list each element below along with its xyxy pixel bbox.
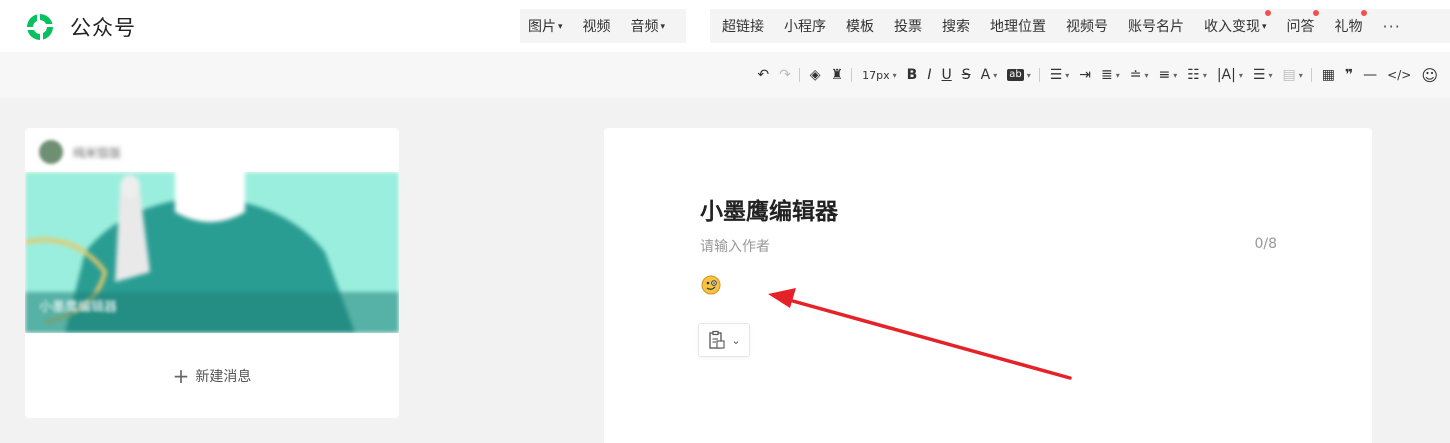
toolbar-divider: [798, 68, 800, 82]
paste-format-button[interactable]: ⌄: [698, 323, 750, 357]
emoji-content-icon[interactable]: [701, 275, 721, 295]
article-list-card: 纯米馅饭 小墨鹰编辑器 + 新建消息: [25, 128, 399, 418]
list-icon[interactable]: ☰ ▾: [1253, 64, 1273, 86]
tab-vote[interactable]: 投票: [894, 16, 922, 36]
redo-icon[interactable]: ↷: [779, 64, 791, 86]
tab-mini-program[interactable]: 小程序: [784, 16, 826, 36]
format-brush-icon[interactable]: ♜: [831, 64, 844, 86]
emoji-icon[interactable]: ☺: [1421, 64, 1438, 86]
paragraph-icon[interactable]: ☷ ▾: [1187, 64, 1207, 86]
new-dot: [1264, 10, 1271, 16]
code-icon[interactable]: </>: [1387, 64, 1411, 86]
clipboard-icon: [709, 330, 725, 349]
font-color-icon[interactable]: A ▾: [981, 64, 998, 86]
toolbar-divider: [1310, 68, 1312, 82]
tab-gift[interactable]: 礼物: [1335, 10, 1367, 36]
more-options-button[interactable]: ···: [1383, 17, 1401, 36]
quote-icon[interactable]: ❞: [1345, 64, 1353, 86]
tab-channels[interactable]: 视频号: [1066, 16, 1108, 36]
account-row: 纯米馅饭: [39, 140, 121, 164]
indent-icon[interactable]: ⇥: [1079, 64, 1091, 86]
cover-caption: 小墨鹰编辑器: [39, 300, 118, 315]
article-title[interactable]: 小墨鹰编辑器: [700, 192, 838, 226]
strikethrough-icon[interactable]: S: [962, 64, 971, 86]
italic-icon[interactable]: I: [927, 64, 931, 86]
editor-panel: 小墨鹰编辑器 请输入作者 0/8 ⌄: [604, 128, 1372, 443]
divider-icon[interactable]: —: [1363, 64, 1377, 86]
background-color-icon[interactable]: ab ▾: [1007, 64, 1031, 86]
chevron-down-icon: ⌄: [731, 333, 741, 347]
article-cover[interactable]: 小墨鹰编辑器: [25, 172, 399, 333]
format-toolbar: ↶ ↷ ◈ ♜ 17px ▾ B I U S A ▾ ab ▾ ☰ ▾ ⇥ ≣ ▾ ≐ ▾ …: [0, 52, 1450, 98]
table-icon[interactable]: ▦: [1322, 64, 1335, 86]
tab-hyperlink[interactable]: 超链接: [722, 16, 764, 36]
media-insert-group: 图片 ▾ 视频 音频 ▾: [520, 9, 686, 43]
tab-audio[interactable]: 音频 ▾: [631, 16, 666, 36]
tab-account-card[interactable]: 账号名片: [1128, 16, 1184, 36]
tab-qa[interactable]: 问答: [1287, 10, 1319, 36]
new-dot: [1360, 10, 1367, 16]
plus-icon: +: [172, 364, 190, 388]
tab-image[interactable]: 图片 ▾: [528, 16, 563, 36]
feature-insert-group: 超链接 小程序 模板 投票 搜索 地理位置 视频号 账号名片 收入变现 ▾ 问答 …: [710, 9, 1450, 43]
clear-format-icon[interactable]: ◈: [810, 64, 821, 86]
avatar: [39, 140, 63, 164]
line-spacing-icon[interactable]: ≐ ▾: [1130, 64, 1149, 86]
new-dot: [1312, 10, 1319, 16]
tab-video[interactable]: 视频: [583, 16, 611, 36]
tab-location[interactable]: 地理位置: [990, 16, 1046, 36]
letter-spacing-icon[interactable]: |A| ▾: [1217, 64, 1243, 86]
underline-icon[interactable]: U: [941, 64, 951, 86]
toolbar-divider: [1038, 68, 1040, 82]
wechat-official-account-logo-icon: [27, 14, 53, 40]
align-icon[interactable]: ☰ ▾: [1050, 64, 1070, 86]
author-input[interactable]: 请输入作者: [700, 236, 770, 256]
tab-template[interactable]: 模板: [846, 16, 874, 36]
author-char-count: 0/8: [1254, 236, 1277, 252]
font-size-select[interactable]: 17px ▾: [862, 64, 897, 86]
paragraph-spacing-icon[interactable]: ≣ ▾: [1101, 64, 1120, 86]
tab-search[interactable]: 搜索: [942, 16, 970, 36]
bold-icon[interactable]: B: [907, 64, 918, 86]
block-style-icon[interactable]: ▤ ▾: [1282, 64, 1302, 86]
top-header: 公众号 图片 ▾ 视频 音频 ▾ 超链接 小程序 模板 投票 搜索 地理位置 视频号…: [0, 0, 1450, 52]
text-align-icon[interactable]: ≡ ▾: [1159, 64, 1178, 86]
toolbar-divider: [851, 68, 853, 82]
brand-title: 公众号: [70, 16, 136, 40]
new-message-button[interactable]: + 新建消息: [25, 364, 399, 388]
tab-monetization[interactable]: 收入变现 ▾: [1204, 10, 1271, 36]
account-name: 纯米馅饭: [73, 145, 122, 160]
undo-icon[interactable]: ↶: [757, 64, 769, 86]
